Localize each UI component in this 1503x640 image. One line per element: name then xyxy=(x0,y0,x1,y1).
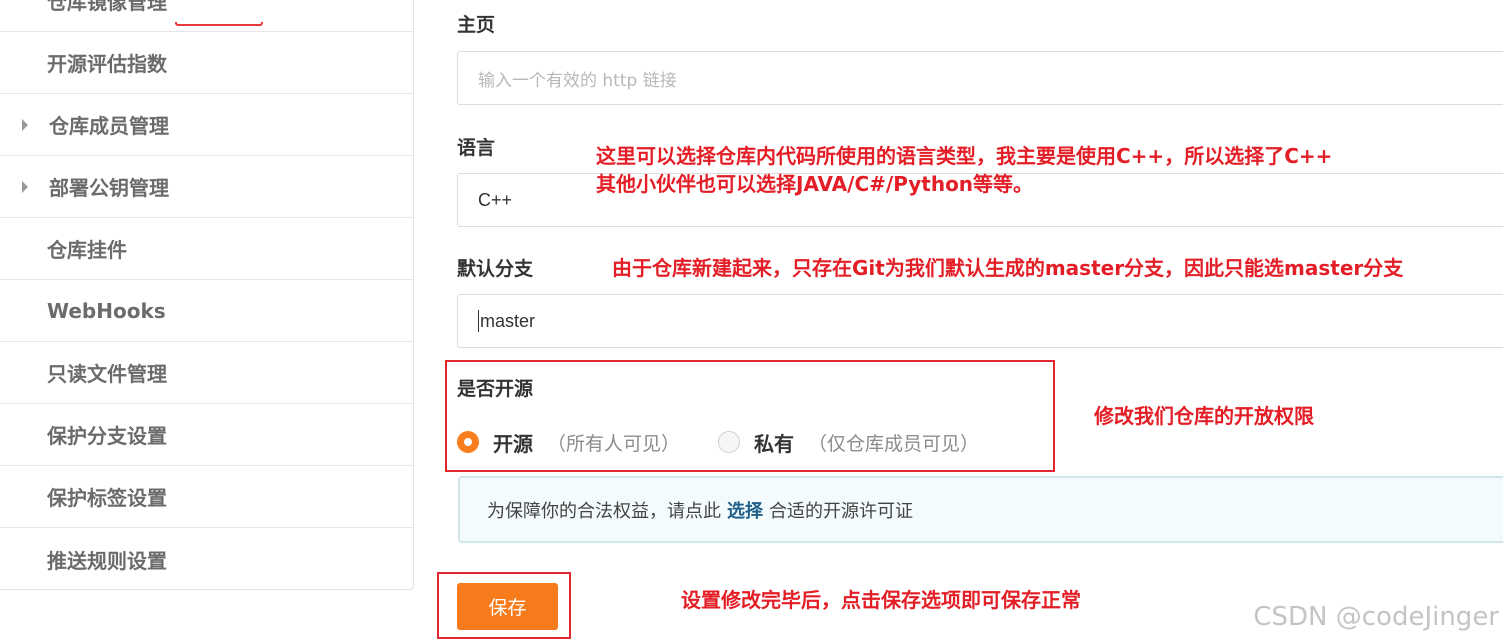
homepage-label: 主页 xyxy=(457,14,496,36)
license-notice: 为保障你的合法权益，请点此 选择 合适的开源许可证 xyxy=(458,476,1503,543)
sidebar-item-label: WebHooks xyxy=(47,298,166,323)
sidebar-item-open-source-index[interactable]: 开源评估指数 xyxy=(0,32,413,94)
text-cursor xyxy=(478,310,479,332)
annotation-language-line2: 其他小伙伴也可以选择JAVA/C#/Python等等。 xyxy=(596,172,1034,196)
sidebar-item-webhooks[interactable]: WebHooks xyxy=(0,280,413,342)
language-value: C++ xyxy=(478,189,513,210)
sidebar-item-label: 推送规则设置 xyxy=(47,548,167,573)
save-highlight-box xyxy=(437,572,571,639)
sidebar-item-mirror[interactable]: 仓库镜像管理 xyxy=(0,0,413,32)
sidebar-item-deploy-keys[interactable]: 部署公钥管理 xyxy=(0,156,413,218)
default-branch-label: 默认分支 xyxy=(457,258,534,280)
sidebar-item-label: 开源评估指数 xyxy=(47,52,167,76)
sidebar-item-members[interactable]: 仓库成员管理 xyxy=(0,94,413,156)
annotation-save: 设置修改完毕后，点击保存选项即可保存正常 xyxy=(681,588,1081,612)
open-source-highlight-box xyxy=(445,360,1055,472)
homepage-input[interactable]: 输入一个有效的 http 链接 xyxy=(457,51,1503,105)
sidebar-item-push-rules[interactable]: 推送规则设置 xyxy=(0,528,413,590)
sidebar-item-label: 仓库镜像管理 xyxy=(47,0,167,14)
annotation-branch: 由于仓库新建起来，只存在Git为我们默认生成的master分支，因此只能选mas… xyxy=(612,256,1404,280)
sidebar-item-label: 仓库成员管理 xyxy=(49,114,169,138)
sidebar-item-label: 保护标签设置 xyxy=(47,486,167,510)
sidebar-item-protected-branches[interactable]: 保护分支设置 xyxy=(0,404,413,466)
caret-right-icon xyxy=(22,180,28,193)
sidebar-item-widgets[interactable]: 仓库挂件 xyxy=(0,218,413,280)
license-notice-prefix: 为保障你的合法权益，请点此 xyxy=(487,500,721,522)
sidebar-item-label: 仓库挂件 xyxy=(47,238,127,262)
sidebar-item-label: 保护分支设置 xyxy=(47,424,167,448)
annotation-open-source: 修改我们仓库的开放权限 xyxy=(1094,404,1314,428)
annotation-language-line1: 这里可以选择仓库内代码所使用的语言类型，我主要是使用C++，所以选择了C++ xyxy=(596,144,1333,168)
caret-right-icon xyxy=(22,118,28,131)
watermark: CSDN @codeJinger xyxy=(1253,602,1499,632)
language-label: 语言 xyxy=(457,137,496,159)
sidebar-red-marker xyxy=(175,22,263,26)
sidebar-item-readonly-files[interactable]: 只读文件管理 xyxy=(0,342,413,404)
settings-sidebar: 仓库镜像管理 开源评估指数 仓库成员管理 部署公钥管理 仓库挂件 WebHook… xyxy=(0,0,414,590)
sidebar-item-protected-tags[interactable]: 保护标签设置 xyxy=(0,466,413,528)
sidebar-item-label: 只读文件管理 xyxy=(47,362,167,386)
sidebar-item-label: 部署公钥管理 xyxy=(49,176,169,200)
license-select-link[interactable]: 选择 xyxy=(727,497,763,523)
default-branch-value: master xyxy=(480,310,536,331)
license-notice-suffix: 合适的开源许可证 xyxy=(769,500,913,522)
default-branch-select[interactable]: master xyxy=(457,294,1503,348)
